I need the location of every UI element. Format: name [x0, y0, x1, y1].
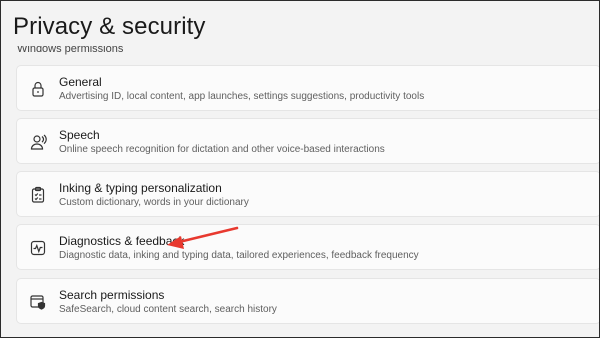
setting-item-title: General [59, 75, 102, 89]
clipboard-icon [29, 186, 47, 204]
setting-item-title: Inking & typing personalization [59, 181, 222, 195]
speech-icon [29, 133, 47, 151]
setting-item-general[interactable]: General Advertising ID, local content, a… [16, 65, 599, 111]
lock-icon [29, 80, 47, 98]
setting-item-diagnostics-feedback[interactable]: Diagnostics & feedback Diagnostic data, … [16, 224, 599, 270]
setting-item-description: SafeSearch, cloud content search, search… [59, 304, 277, 315]
search-permissions-icon [29, 293, 47, 311]
setting-item-title: Speech [59, 128, 100, 142]
setting-item-description: Online speech recognition for dictation … [59, 144, 385, 155]
setting-item-title: Diagnostics & feedback [59, 234, 185, 248]
setting-item-description: Diagnostic data, inking and typing data,… [59, 250, 419, 261]
setting-item-speech[interactable]: Speech Online speech recognition for dic… [16, 118, 599, 164]
setting-item-title: Search permissions [59, 288, 165, 302]
diagnostics-icon [29, 239, 47, 257]
page-title: Privacy & security [13, 13, 214, 41]
setting-item-inking-typing[interactable]: Inking & typing personalization Custom d… [16, 171, 599, 217]
settings-window: Privacy & security Windows permissions G… [0, 0, 600, 338]
setting-item-description: Custom dictionary, words in your diction… [59, 197, 249, 208]
setting-item-description: Advertising ID, local content, app launc… [59, 91, 425, 102]
setting-item-search-permissions[interactable]: Search permissions SafeSearch, cloud con… [16, 278, 599, 324]
